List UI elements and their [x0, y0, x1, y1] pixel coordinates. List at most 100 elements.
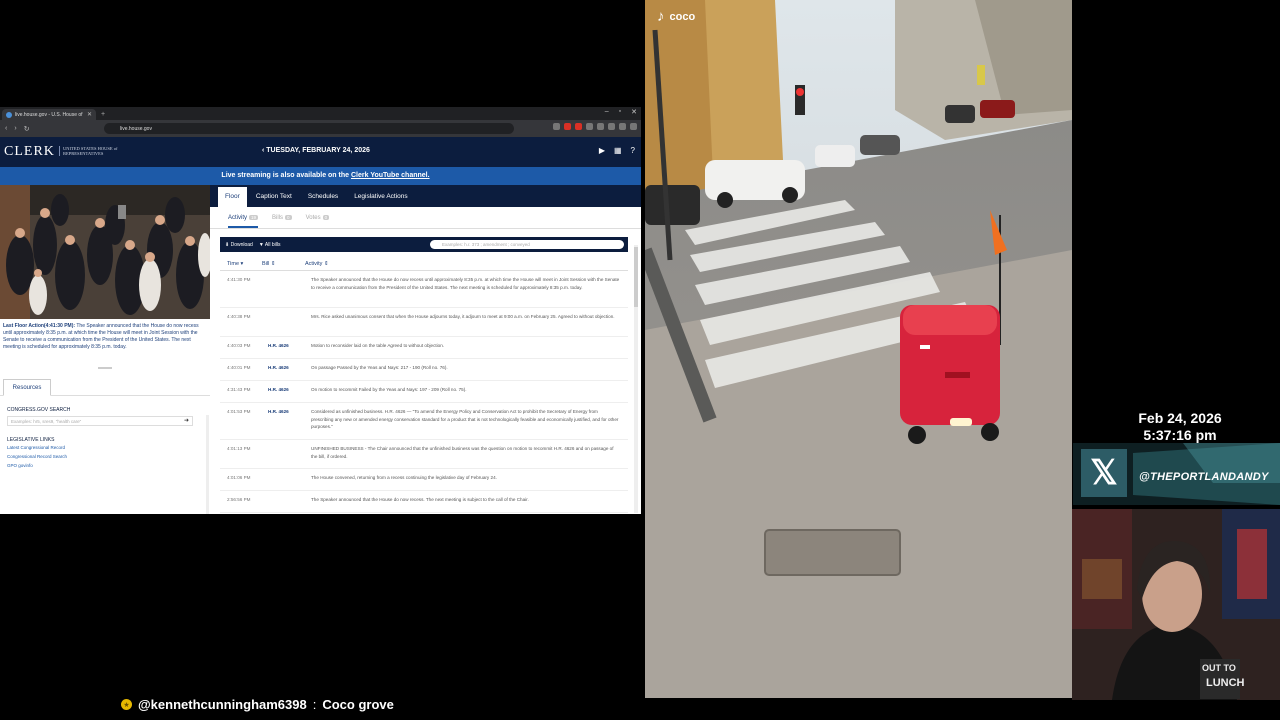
row-activity: Motion to reconsider laid on the table A… [311, 343, 445, 348]
row-bill-link[interactable]: H.R. 4626 [268, 342, 311, 358]
resize-handle[interactable] [98, 367, 112, 369]
column-time[interactable]: Time ▾ [220, 261, 262, 267]
table-row: 4:41:30 PM The Speaker announced that the… [220, 271, 628, 308]
tab-resources[interactable]: Resources [3, 379, 51, 396]
row-time: 4:01:53 PM [227, 409, 251, 414]
browser-window: live.house.gov - U.S. House of ✕ + – ▫ ✕… [0, 107, 641, 514]
row-time: 4:40:01 PM [227, 365, 251, 370]
filter-label: All bills [264, 241, 281, 248]
left-scrollbar[interactable] [206, 415, 209, 514]
clerk-logo[interactable]: CLERK [4, 144, 55, 160]
video-icon[interactable]: ▶ [599, 146, 605, 155]
x-handle-banner: 𝕏 @THEPORTLANDANDY [1073, 443, 1280, 505]
chat-text: Coco grove [322, 697, 394, 712]
row-bill-link [268, 313, 311, 336]
subtab-bills[interactable]: Bills 0 [272, 214, 292, 221]
subtab-activity[interactable]: Activity 19 [228, 214, 259, 228]
x-logo-icon: 𝕏 [1081, 449, 1127, 497]
activity-toolbar: ⬇ Download ▼ All bills Examples: h.r. 37… [220, 237, 628, 252]
legislative-link[interactable]: GPO govinfo [0, 461, 210, 470]
table-header: Time ▾ Bill ⇕ Activity ⇕ [220, 257, 628, 271]
address-bar[interactable]: live.house.gov [104, 123, 514, 134]
filter-button[interactable]: ▼ All bills [259, 242, 281, 248]
row-activity: The House convened, returning from a rec… [311, 475, 497, 480]
menu-icon[interactable] [630, 123, 637, 130]
extension-icon[interactable] [608, 123, 615, 130]
clerk-subtitle: UNITED STATES HOUSE of REPRESENTATIVES [59, 146, 129, 156]
extension-icon[interactable] [597, 123, 604, 130]
extension-icons [553, 123, 637, 130]
overlay-date: Feb 24, 2026 [1138, 410, 1222, 426]
reload-icon[interactable]: ↻ [24, 125, 30, 133]
activity-search-input[interactable]: Examples: h.r. 373 ; amendment ; conveye… [430, 240, 624, 249]
row-bill-link [268, 474, 311, 490]
extension-icon[interactable] [619, 123, 626, 130]
close-tab-icon[interactable]: ✕ [87, 111, 92, 118]
chat-username: @kennethcunningham6398 [138, 697, 307, 712]
floor-video-player[interactable] [0, 185, 210, 319]
column-label: Activity [305, 260, 323, 267]
row-activity: UNFINISHED BUSINESS - The Chair announce… [311, 446, 614, 459]
browser-tab[interactable]: live.house.gov - U.S. House of ✕ [2, 109, 96, 120]
congress-search-input[interactable]: Examples: hr5, sres9, "health care" ➜ [7, 416, 193, 426]
congress-search-placeholder: Examples: hr5, sres9, "health care" [11, 419, 82, 424]
main-tabs: Floor Caption Text Schedules Legislative… [210, 185, 641, 207]
table-row: 4:01:53 PM H.R. 4626 Considered as unfinis… [220, 403, 628, 440]
extension-icon[interactable] [586, 123, 593, 130]
date-navigator[interactable]: ‹ TUESDAY, FEBRUARY 24, 2026 [262, 147, 370, 154]
extension-icon[interactable] [564, 123, 571, 130]
back-icon[interactable]: ‹ [5, 125, 7, 132]
subtab-label: Activity [228, 214, 248, 221]
row-activity: Considered as unfinished business. H.R. … [311, 409, 619, 429]
chat-separator: : [312, 697, 317, 712]
forward-icon[interactable]: › [14, 125, 16, 132]
row-bill-link[interactable]: H.R. 4626 [268, 364, 311, 380]
activity-table: 4:41:30 PM The Speaker announced that the… [220, 271, 628, 513]
help-icon[interactable]: ? [631, 146, 635, 155]
legislative-link[interactable]: Latest Congressional Record [0, 443, 210, 452]
tab-caption-text[interactable]: Caption Text [249, 187, 299, 207]
tab-schedules[interactable]: Schedules [301, 187, 345, 207]
column-activity[interactable]: Activity ⇕ [305, 261, 329, 267]
extension-icon[interactable] [553, 123, 560, 130]
url-text: live.house.gov [120, 125, 152, 132]
table-row: 4:40:03 PM H.R. 4626 Motion to reconsider … [220, 337, 628, 359]
tiktok-user-label: ♪ coco [657, 8, 695, 25]
search-go-icon[interactable]: ➜ [184, 417, 189, 426]
last-floor-action-label: Last Floor Action(4:41:30 PM): [3, 323, 76, 329]
calendar-icon[interactable]: ▦ [614, 146, 622, 155]
svg-text:OUT TO: OUT TO [1202, 663, 1236, 673]
resources-tabs: Resources [0, 379, 210, 396]
scrollbar-thumb[interactable] [634, 247, 638, 307]
table-row: 2:56:56 PM The Speaker announced that the… [220, 491, 628, 513]
close-window-icon[interactable]: ✕ [631, 108, 637, 116]
youtube-channel-link[interactable]: Clerk YouTube channel. [351, 172, 430, 179]
row-bill-link[interactable]: H.R. 4626 [268, 386, 311, 402]
column-bill[interactable]: Bill ⇕ [262, 261, 305, 267]
last-floor-action: Last Floor Action(4:41:30 PM): The Speak… [0, 319, 210, 367]
download-button[interactable]: ⬇ Download [225, 242, 253, 248]
row-activity: On passage Passed by the Yeas and Nays: … [311, 365, 448, 370]
row-bill-link [268, 496, 311, 512]
tab-legislative-actions[interactable]: Legislative Actions [347, 187, 414, 207]
minimize-icon[interactable]: – [605, 108, 609, 116]
header-icons: ▶ ▦ ? [599, 146, 635, 155]
streamer-webcam: OUT TO LUNCH [1072, 509, 1280, 700]
tab-floor[interactable]: Floor [218, 187, 247, 207]
row-activity: On motion to recommit Failed by the Yeas… [311, 387, 467, 392]
table-scrollbar[interactable] [634, 245, 638, 513]
new-tab-icon[interactable]: + [101, 111, 105, 118]
maximize-icon[interactable]: ▫ [619, 108, 621, 116]
legislative-link[interactable]: Congressional Record Search [0, 452, 210, 461]
row-time: 4:01:13 PM [227, 446, 251, 451]
chat-message: ★ @kennethcunningham6398 : Coco grove [121, 697, 394, 712]
left-pane: Last Floor Action(4:41:30 PM): The Speak… [0, 185, 210, 514]
webcam-frame: OUT TO LUNCH [1072, 509, 1280, 700]
download-label: Download [230, 241, 253, 248]
subtab-votes[interactable]: Votes 0 [306, 214, 330, 221]
row-bill-link[interactable]: H.R. 4626 [268, 408, 311, 439]
count-badge: 0 [285, 214, 292, 220]
banner-text: Live streaming is also available on the [221, 172, 350, 179]
tab-strip: live.house.gov - U.S. House of ✕ + – ▫ ✕ [0, 107, 641, 120]
extension-icon[interactable] [575, 123, 582, 130]
